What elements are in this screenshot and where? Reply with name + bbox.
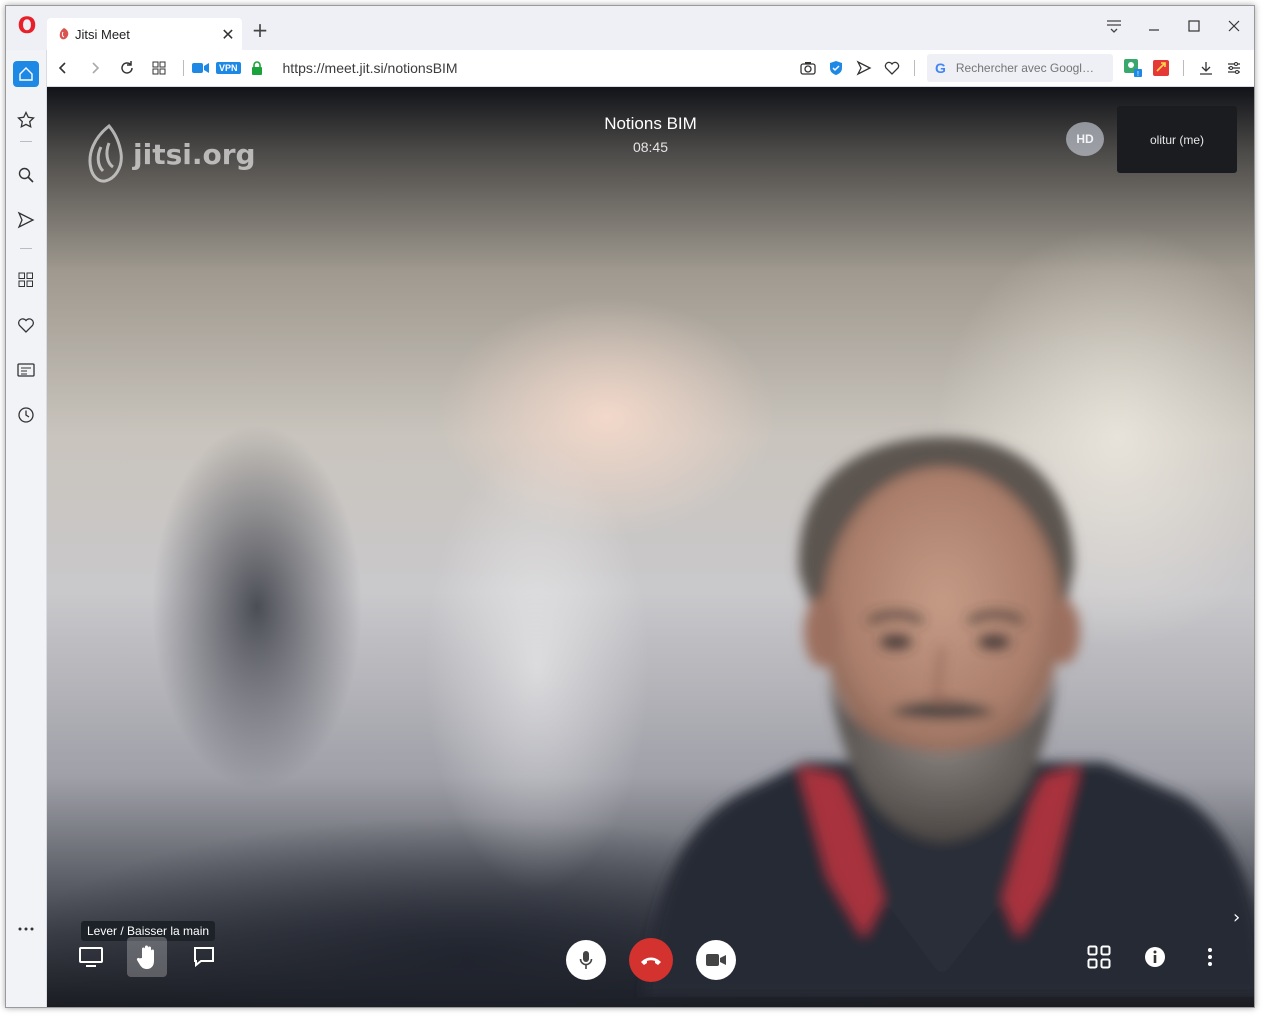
more-icon[interactable]	[13, 916, 39, 942]
home-icon[interactable]	[13, 61, 39, 87]
url-field[interactable]: https://meet.jit.si/notionsBIM	[283, 60, 794, 76]
svg-text:!: !	[1137, 71, 1139, 78]
divider	[183, 60, 184, 76]
search-input[interactable]	[955, 61, 1106, 75]
snapshot-icon[interactable]	[798, 58, 818, 78]
bookmark-heart-icon[interactable]	[882, 58, 902, 78]
search-box[interactable]: G	[927, 54, 1113, 82]
more-actions-button[interactable]	[1205, 946, 1215, 968]
divider	[914, 60, 915, 76]
info-icon	[1145, 947, 1165, 967]
tab-bar: O Jitsi Meet ✕ +	[6, 6, 1254, 50]
tab-title: Jitsi Meet	[75, 26, 130, 42]
screen-share-icon	[79, 947, 103, 967]
sidebar-divider	[20, 248, 32, 249]
tab-close-icon[interactable]: ✕	[214, 25, 242, 44]
divider	[1183, 60, 1184, 76]
camera-button[interactable]	[696, 940, 736, 980]
vpn-badge[interactable]: VPN	[216, 62, 241, 74]
search-icon[interactable]	[13, 162, 39, 188]
info-button[interactable]	[1144, 946, 1166, 968]
speed-dial-icon[interactable]	[13, 107, 39, 133]
browser-window: O Jitsi Meet ✕ + VPN https://meet.jit.si…	[5, 5, 1255, 1008]
forward-button[interactable]	[79, 52, 111, 84]
tab-menu-icon[interactable]	[1094, 6, 1134, 46]
minimize-icon[interactable]	[1134, 6, 1174, 46]
microphone-icon	[579, 951, 593, 969]
camera-icon	[706, 954, 726, 966]
extensions-icon[interactable]	[13, 267, 39, 293]
hangup-icon	[641, 957, 661, 965]
extension-red-icon[interactable]	[1151, 58, 1171, 78]
extension-green-icon[interactable]: !	[1123, 58, 1143, 78]
self-view-thumbnail[interactable]: olitur (me)	[1117, 106, 1237, 173]
adblock-shield-icon[interactable]	[826, 58, 846, 78]
history-icon[interactable]	[13, 402, 39, 428]
chat-button[interactable]	[190, 943, 218, 971]
send-icon[interactable]	[13, 207, 39, 233]
sidebar-divider	[20, 141, 32, 142]
maximize-icon[interactable]	[1174, 6, 1214, 46]
new-tab-button[interactable]: +	[250, 20, 270, 40]
window-controls	[1094, 6, 1254, 46]
close-window-icon[interactable]	[1214, 6, 1254, 46]
heart-icon[interactable]	[13, 312, 39, 338]
filmstrip-toggle-icon[interactable]: ›	[1233, 907, 1240, 928]
send-page-icon[interactable]	[854, 58, 874, 78]
easy-setup-icon[interactable]	[1224, 58, 1244, 78]
tab-jitsi-meet[interactable]: Jitsi Meet ✕	[47, 18, 242, 50]
microphone-button[interactable]	[566, 940, 606, 980]
chat-icon	[194, 947, 214, 968]
more-vertical-icon	[1208, 948, 1212, 966]
tile-view-button[interactable]	[1085, 943, 1113, 971]
video-quality-badge[interactable]: HD	[1066, 122, 1104, 156]
camera-video-icon[interactable]	[192, 62, 210, 74]
tile-view-icon	[1087, 945, 1111, 969]
jitsi-favicon-icon	[59, 28, 69, 40]
raise-hand-icon	[136, 945, 154, 969]
participant-video	[644, 437, 1254, 997]
meeting-stage[interactable]: jitsi.org Notions BIM 08:45 HD olitur (m…	[47, 87, 1254, 1007]
tabs-overview-icon[interactable]	[143, 52, 175, 84]
screen-share-button[interactable]	[77, 943, 105, 971]
sidebar	[6, 50, 47, 1007]
lock-icon[interactable]	[251, 61, 263, 75]
hangup-button[interactable]	[629, 938, 673, 982]
google-icon: G	[935, 60, 946, 76]
news-icon[interactable]	[13, 357, 39, 383]
back-button[interactable]	[47, 52, 79, 84]
address-bar: VPN https://meet.jit.si/notionsBIM G !	[47, 50, 1254, 87]
download-icon[interactable]	[1196, 58, 1216, 78]
opera-logo-icon[interactable]: O	[16, 16, 38, 38]
meeting-toolbar	[47, 927, 1254, 1007]
self-view-label: olitur (me)	[1149, 132, 1204, 147]
raise-hand-button[interactable]	[127, 937, 167, 977]
reload-button[interactable]	[111, 52, 143, 84]
